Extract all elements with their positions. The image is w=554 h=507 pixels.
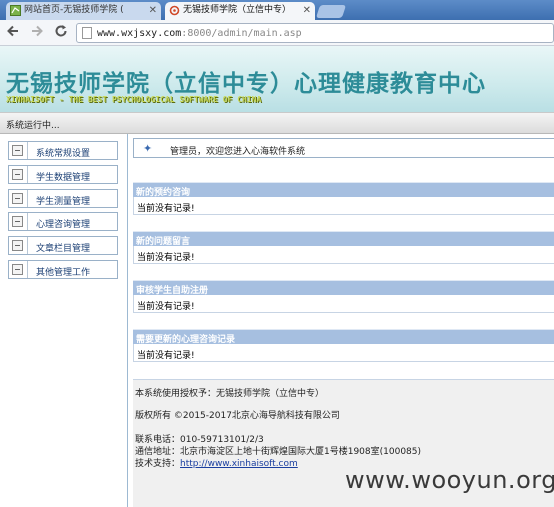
sidebar: 系统常规设置 学生数据管理 学生测量管理 心理咨询管理 文章栏目管理 其他管理工… [0, 134, 128, 507]
browser-tab-bar: 网站首页-无锡技师学院 ( ✕ 无锡技师学院（立信中专） ✕ [0, 0, 554, 20]
sidebar-item-other[interactable]: 其他管理工作 [8, 260, 118, 279]
back-arrow-icon[interactable] [6, 24, 20, 42]
tab-title: 网站首页-无锡技师学院 ( [24, 5, 124, 15]
loading-favicon-icon [169, 5, 180, 16]
welcome-bar: ✦ 管理员，欢迎您进入心海软件系统 [133, 138, 554, 158]
banner-title: 无锡技师学院（立信中专）心理健康教育中心 [6, 70, 486, 97]
section-body: 当前没有记录! [133, 246, 554, 264]
welcome-text: 管理员，欢迎您进入心海软件系统 [170, 147, 306, 157]
close-tab-icon[interactable]: ✕ [149, 2, 157, 19]
collapse-icon [12, 169, 23, 180]
section-header: 新的预约咨询 [133, 182, 554, 198]
section-header: 需要更新的心理咨询记录 [133, 329, 554, 345]
section-body: 当前没有记录! [133, 197, 554, 215]
sidebar-item-counseling[interactable]: 心理咨询管理 [8, 212, 118, 231]
collapse-icon [12, 216, 23, 227]
section-body: 当前没有记录! [133, 295, 554, 313]
collapse-icon [12, 145, 23, 156]
browser-tab-home[interactable]: 网站首页-无锡技师学院 ( ✕ [6, 2, 161, 20]
collapse-icon [12, 240, 23, 251]
sidebar-item-label: 学生数据管理 [36, 173, 91, 183]
banner-subtitle: XINHAISOFT - THE BEST PSYCHOLOGICAL SOFT… [6, 95, 262, 104]
sidebar-item-label: 其他管理工作 [36, 268, 91, 278]
sidebar-item-student-tests[interactable]: 学生测量管理 [8, 189, 118, 208]
support-line: 技术支持：http://www.xinhaisoft.com [135, 459, 298, 469]
new-tab-button[interactable] [315, 5, 347, 18]
watermark: www.wooyun.org [345, 466, 554, 494]
sidebar-item-label: 系统常规设置 [36, 149, 91, 159]
sidebar-item-articles[interactable]: 文章栏目管理 [8, 236, 118, 255]
status-bar: 系统运行中... [0, 112, 554, 134]
section-header: 审核学生自助注册 [133, 280, 554, 296]
main-content: ✦ 管理员，欢迎您进入心海软件系统 新的预约咨询 当前没有记录! 新的问题留言 … [129, 134, 554, 507]
collapse-icon [12, 193, 23, 204]
collapse-icon [12, 264, 23, 275]
page-icon [82, 27, 92, 39]
browser-tab-active[interactable]: 无锡技师学院（立信中专） ✕ [165, 2, 315, 20]
site-banner: 无锡技师学院（立信中专）心理健康教育中心 XINHAISOFT - THE BE… [0, 46, 554, 112]
copyright-text: 版权所有 ©2015-2017北京心海导航科技有限公司 [135, 411, 340, 421]
address-bar[interactable]: www.wxjsxy.com:8000/admin/main.asp [76, 23, 554, 43]
support-link[interactable]: http://www.xinhaisoft.com [180, 459, 298, 469]
forward-arrow-icon[interactable] [30, 24, 44, 42]
sidebar-item-label: 文章栏目管理 [36, 244, 91, 254]
status-text: 系统运行中... [6, 121, 60, 131]
sidebar-item-label: 学生测量管理 [36, 197, 91, 207]
tab-title: 无锡技师学院（立信中专） [183, 5, 292, 15]
browser-toolbar: www.wxjsxy.com:8000/admin/main.asp [0, 20, 554, 46]
sidebar-item-label: 心理咨询管理 [36, 220, 91, 230]
close-tab-icon[interactable]: ✕ [303, 2, 311, 19]
section-body: 当前没有记录! [133, 344, 554, 362]
license-text: 本系统使用授权予：无锡技师学院（立信中专） [135, 389, 325, 399]
site-favicon-icon [10, 5, 21, 16]
address-url: www.wxjsxy.com:8000/admin/main.asp [97, 28, 302, 39]
section-header: 新的问题留言 [133, 231, 554, 247]
sidebar-item-student-data[interactable]: 学生数据管理 [8, 165, 118, 184]
reload-icon[interactable] [54, 24, 68, 42]
sidebar-item-system-settings[interactable]: 系统常规设置 [8, 141, 118, 160]
sparkle-icon: ✦ [143, 142, 153, 155]
